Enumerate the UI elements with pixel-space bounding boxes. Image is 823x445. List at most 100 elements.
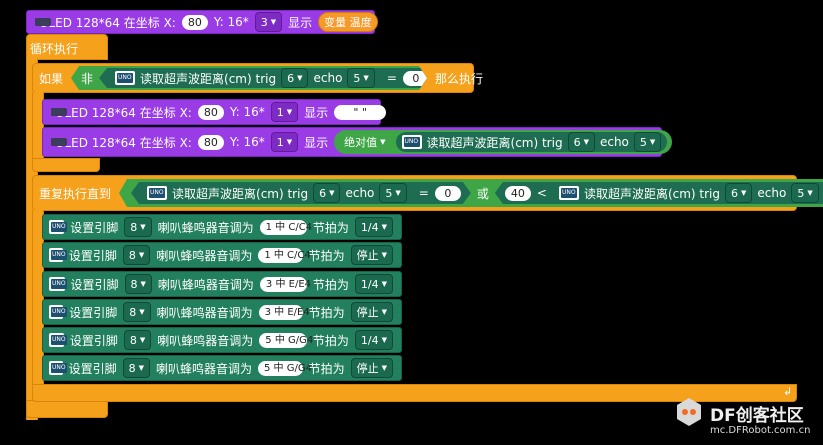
echo-dropdown[interactable]: 5 ▼ <box>633 132 662 152</box>
row-dropdown[interactable]: 1 ▼ <box>270 132 299 152</box>
beat-dropdown[interactable]: 停止 ▼ <box>350 358 393 378</box>
threshold-value-input[interactable]: 40 <box>505 186 531 201</box>
note-input[interactable]: 5 中 G/G4 <box>259 332 313 348</box>
uno-board-icon <box>401 135 422 149</box>
y-label: Y: 16* <box>229 135 265 149</box>
oled-print-block-top[interactable]: OLED 128*64 在坐标 X: 80 Y: 16* 3 ▼ 显示 变量 温度 <box>26 10 378 34</box>
set-pin-label: 设置引脚 <box>69 333 118 348</box>
less-than-label: < <box>536 186 547 200</box>
set-pin-label: 设置引脚 <box>70 220 119 235</box>
pin-dropdown[interactable]: 8 ▼ <box>123 330 152 350</box>
pin-dropdown[interactable]: 8 ▼ <box>123 302 151 322</box>
equals-compare-block[interactable]: 读取超声波距离(cm) trig 6▼ echo 5▼ = 0 <box>131 182 471 204</box>
oled-label: OLED 128*64 在坐标 X: <box>55 105 192 120</box>
compare-value-input[interactable]: 0 <box>435 186 461 201</box>
less-than-compare-block[interactable]: 40 < 读取超声波距离(cm) trig 6▼ echo 5▼ <box>495 182 823 204</box>
uno-board-icon <box>49 305 68 319</box>
equals-label: = <box>418 186 429 200</box>
beat-dropdown[interactable]: 1/4 ▼ <box>354 217 393 237</box>
y-label: Y: 16* <box>213 15 249 29</box>
robot-logo-icon <box>677 398 701 426</box>
watermark-logo <box>674 396 704 426</box>
buzzer-label: 喇叭蜂鸣器音调为 <box>156 305 253 320</box>
x-value-input[interactable]: 80 <box>197 104 224 120</box>
trig-dropdown[interactable]: 6 ▼ <box>281 68 308 88</box>
compare-value-input[interactable]: 0 <box>403 71 429 86</box>
beat-dropdown[interactable]: 1/4 ▼ <box>354 330 393 350</box>
repeat-until-label: 重复执行直到 <box>39 186 112 201</box>
uno-board-icon <box>147 186 167 200</box>
uno-board-icon <box>49 333 67 347</box>
tone-block[interactable]: 设置引脚 8▼ 喇叭蜂鸣器音调为 5 中 G/G4节拍为停止▼ <box>42 355 402 381</box>
oled-print-block-2[interactable]: OLED 128*64 在坐标 X: 80 Y: 16* 1 ▼ 显示 绝对值 ▼ … <box>42 127 673 157</box>
beat-label: 节拍为 <box>308 305 345 320</box>
echo-dropdown[interactable]: 5 ▼ <box>379 183 406 203</box>
beat-dropdown[interactable]: 1/4 ▼ <box>354 274 393 294</box>
uno-board-icon <box>49 220 68 234</box>
pin-dropdown[interactable]: 8 ▼ <box>124 217 152 237</box>
ultrasonic-label: 读取超声波距离(cm) trig <box>426 135 563 150</box>
not-block[interactable]: 非 读取超声波距离(cm) trig 6▼ echo 5▼ = 0 <box>71 66 427 90</box>
note-input[interactable]: 3 中 E/E4 <box>258 304 310 320</box>
repeat-until-block[interactable]: 重复执行直到 读取超声波距离(cm) trig 6▼ echo 5▼ = 0 或… <box>32 175 797 211</box>
tone-block[interactable]: 设置引脚 8▼ 喇叭蜂鸣器音调为 3 中 E/E4节拍为停止▼ <box>42 299 402 325</box>
y-label: Y: 16* <box>229 105 265 119</box>
tone-block[interactable]: 设置引脚 8▼ 喇叭蜂鸣器音调为 1 中 C/C4节拍为停止▼ <box>42 242 402 268</box>
beat-label: 节拍为 <box>312 277 349 292</box>
pin-dropdown[interactable]: 8 ▼ <box>124 274 152 294</box>
echo-label: echo <box>345 186 375 200</box>
beat-label: 节拍为 <box>312 333 349 348</box>
x-value-input[interactable]: 80 <box>197 134 224 150</box>
loop-block-bottom <box>26 400 108 418</box>
ultrasonic-block[interactable]: 读取超声波距离(cm) trig 6▼ echo 5▼ <box>109 68 381 88</box>
note-input[interactable]: 3 中 E/E4 <box>259 276 311 292</box>
trig-dropdown[interactable]: 6 ▼ <box>313 183 340 203</box>
abs-dropdown[interactable]: 绝对值 ▼ <box>339 133 391 151</box>
note-input[interactable]: 1 中 C/C4 <box>258 247 311 263</box>
trig-dropdown[interactable]: 6 ▼ <box>725 183 752 203</box>
x-value-input[interactable]: 80 <box>181 14 208 30</box>
variable-temp-block[interactable]: 变量 温度 <box>318 12 378 32</box>
beat-label: 节拍为 <box>308 248 345 263</box>
ultrasonic-block[interactable]: 读取超声波距离(cm) trig 6▼ echo 5▼ <box>395 132 668 152</box>
watermark-url: mc.DFRobot.com.cn <box>710 425 811 436</box>
equals-label: = <box>386 71 397 85</box>
show-label: 显示 <box>288 15 313 30</box>
buzzer-label: 喇叭蜂鸣器音调为 <box>157 220 254 235</box>
oled-label: OLED 128*64 在坐标 X: <box>55 135 192 150</box>
echo-dropdown[interactable]: 5 ▼ <box>791 183 818 203</box>
if-block[interactable]: 如果 非 读取超声波距离(cm) trig 6▼ echo 5▼ = 0 那么执… <box>32 63 483 93</box>
pin-dropdown[interactable]: 8 ▼ <box>122 358 150 378</box>
set-pin-label: 设置引脚 <box>69 305 118 320</box>
buzzer-label: 喇叭蜂鸣器音调为 <box>157 333 254 348</box>
text-input[interactable]: " " <box>334 104 387 120</box>
oled-print-block-1[interactable]: OLED 128*64 在坐标 X: 80 Y: 16* 1 ▼ 显示 " " <box>42 99 387 125</box>
tone-block[interactable]: 设置引脚 8▼ 喇叭蜂鸣器音调为 5 中 G/G4节拍为 1/4▼ <box>42 327 402 353</box>
row-dropdown[interactable]: 1 ▼ <box>270 102 299 122</box>
tone-block[interactable]: 设置引脚 8▼ 喇叭蜂鸣器音调为 3 中 E/E4节拍为 1/4▼ <box>42 271 402 297</box>
beat-dropdown[interactable]: 停止 ▼ <box>350 245 393 265</box>
beat-label: 节拍为 <box>312 220 349 235</box>
set-pin-label: 设置引脚 <box>68 248 117 263</box>
abs-block[interactable]: 绝对值▼ 读取超声波距离(cm) trig 6▼ echo 5▼ <box>334 130 673 154</box>
beat-dropdown[interactable]: 停止 ▼ <box>350 302 393 322</box>
row-dropdown[interactable]: 3 ▼ <box>254 12 283 32</box>
ultrasonic-label: 读取超声波距离(cm) trig <box>140 71 277 86</box>
pin-dropdown[interactable]: 8 ▼ <box>122 245 151 265</box>
oled-label: OLED 128*64 在坐标 X: <box>39 15 176 30</box>
echo-dropdown[interactable]: 5 ▼ <box>347 68 374 88</box>
or-block[interactable]: 读取超声波距离(cm) trig 6▼ echo 5▼ = 0 或 40 < 读… <box>119 179 823 207</box>
compare-block[interactable]: 读取超声波距离(cm) trig 6▼ echo 5▼ = 0 <box>99 68 439 88</box>
show-label: 显示 <box>304 135 329 150</box>
tone-block[interactable]: 设置引脚 8▼ 喇叭蜂鸣器音调为 1 中 C/C4节拍为 1/4▼ <box>42 214 402 240</box>
ultrasonic-block[interactable]: 读取超声波距离(cm) trig 6▼ echo 5▼ <box>553 183 823 203</box>
uno-board-icon <box>115 71 135 85</box>
ultrasonic-label: 读取超声波距离(cm) trig <box>583 186 720 201</box>
note-input[interactable]: 1 中 C/C4 <box>259 219 312 235</box>
uno-board-icon <box>49 248 67 262</box>
ultrasonic-block[interactable]: 读取超声波距离(cm) trig 6▼ echo 5▼ <box>141 183 413 203</box>
uno-board-icon <box>559 186 579 200</box>
uno-board-icon <box>49 361 67 375</box>
trig-dropdown[interactable]: 6 ▼ <box>567 132 595 152</box>
note-input[interactable]: 5 中 G/G4 <box>258 360 312 376</box>
